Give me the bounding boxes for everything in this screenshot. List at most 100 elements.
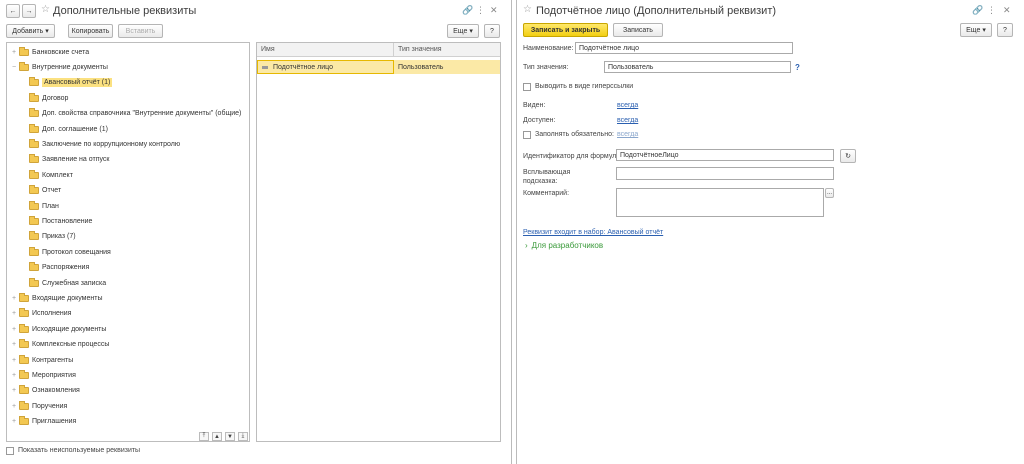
copy-button[interactable]: Копировать — [68, 24, 113, 38]
tree-item-label: Исполнения — [32, 310, 72, 318]
tree-item[interactable]: + Ознакомления — [9, 384, 80, 398]
expand-icon[interactable]: + — [9, 403, 19, 410]
close-icon[interactable]: ✕ — [1003, 5, 1011, 16]
attribute-set-link[interactable]: Реквизит входит в набор: Авансовый отчёт — [523, 229, 663, 236]
tree-item[interactable]: Доп. соглашение (1) — [29, 122, 108, 136]
tree-item-label: Комплект — [42, 171, 73, 179]
link-icon[interactable]: 🔗 — [972, 5, 983, 16]
tree-item[interactable]: Приказ (7) — [29, 230, 76, 244]
tree-item-label: Служебная записка — [42, 279, 107, 287]
required-link[interactable]: всегда — [617, 131, 638, 138]
column-name[interactable]: Имя — [257, 43, 394, 56]
forward-button[interactable]: → — [22, 4, 36, 18]
add-button[interactable]: Добавить ▾ — [6, 24, 55, 38]
cell-type: Пользователь — [398, 63, 444, 71]
more-icon[interactable]: ⋮ — [476, 5, 485, 16]
tree-item[interactable]: Авансовый отчёт (1) — [29, 76, 113, 90]
save-button[interactable]: Записать — [613, 23, 663, 37]
visible-link[interactable]: всегда — [617, 102, 638, 109]
hyperlink-checkbox[interactable] — [523, 83, 531, 91]
link-icon[interactable]: 🔗 — [462, 5, 473, 16]
tree-item[interactable]: Распоряжения — [29, 261, 89, 275]
scroll-top-button[interactable]: ⤒ — [199, 432, 209, 441]
folder-icon — [29, 262, 39, 272]
tree-item[interactable]: Отчет — [29, 184, 61, 198]
tree-item-label: Постановление — [42, 217, 93, 225]
type-field[interactable]: Пользователь — [604, 61, 791, 73]
help-button[interactable]: ? — [484, 24, 500, 38]
name-field[interactable]: Подотчётное лицо — [575, 42, 793, 54]
more-icon[interactable]: ⋮ — [987, 5, 996, 16]
tree-item[interactable]: + Мероприятия — [9, 368, 76, 382]
collapse-icon[interactable]: − — [9, 64, 19, 71]
folder-icon — [29, 231, 39, 241]
tree-item[interactable]: Заявление на отпуск — [29, 153, 109, 167]
tree-item[interactable]: Комплект — [29, 168, 73, 182]
form-title: Подотчётное лицо (Дополнительный реквизи… — [536, 5, 777, 17]
star-icon[interactable]: ☆ — [523, 4, 532, 15]
back-button[interactable]: ← — [6, 4, 20, 18]
scroll-up-button[interactable]: ▲ — [212, 432, 222, 441]
help-button[interactable]: ? — [997, 23, 1013, 37]
tree-item[interactable]: Постановление — [29, 214, 92, 228]
regenerate-id-button[interactable]: ↻ — [840, 149, 856, 163]
folder-icon — [19, 46, 29, 56]
cell-name: Подотчётное лицо — [257, 60, 394, 74]
required-checkbox[interactable] — [523, 131, 531, 139]
left-title-bar: ← → ☆ Дополнительные реквизиты 🔗 ⋮ ✕ — [0, 0, 511, 22]
paste-button[interactable]: Вставить — [118, 24, 163, 38]
tree-item[interactable]: + Комплексные процессы — [9, 338, 109, 352]
tree-item[interactable]: + Приглашения — [9, 415, 76, 429]
tree-item[interactable]: + Поручения — [9, 399, 67, 413]
show-unused-checkbox[interactable] — [6, 447, 14, 455]
close-icon[interactable]: ✕ — [490, 5, 498, 16]
expand-icon[interactable]: + — [9, 326, 19, 333]
hyperlink-label: Выводить в виде гиперссылки — [535, 83, 634, 90]
tree-item[interactable]: − Внутренние документы — [9, 60, 108, 74]
available-link[interactable]: всегда — [617, 117, 638, 124]
scroll-bottom-button[interactable]: ⤓ — [238, 432, 248, 441]
tree-item-label: Доп. свойства справочника "Внутренние до… — [42, 110, 242, 118]
tree-item-label: Авансовый отчёт (1) — [42, 78, 113, 88]
table-row[interactable]: Подотчётное лицо Пользователь — [257, 60, 500, 74]
tree-item[interactable]: + Банковские счета — [9, 45, 89, 59]
tree-item[interactable]: План — [29, 199, 59, 213]
folder-icon — [29, 123, 39, 133]
tree-item[interactable]: + Исходящие документы — [9, 322, 106, 336]
tree-item[interactable]: Протокол совещания — [29, 245, 111, 259]
tree-item-label: Входящие документы — [32, 294, 103, 302]
tree-item[interactable]: + Контрагенты — [9, 353, 73, 367]
tooltip-field[interactable] — [616, 167, 834, 180]
more-button[interactable]: Еще ▾ — [447, 24, 479, 38]
folder-icon — [19, 369, 29, 379]
expand-icon[interactable]: + — [9, 295, 19, 302]
tree-item-label: Комплексные процессы — [32, 341, 110, 349]
type-label: Тип значения: — [523, 64, 569, 71]
star-icon[interactable]: ☆ — [41, 4, 50, 15]
tree-item-label: Доп. соглашение (1) — [42, 125, 108, 133]
expand-icon[interactable]: + — [9, 372, 19, 379]
expand-icon[interactable]: + — [9, 357, 19, 364]
more-button[interactable]: Еще ▾ — [960, 23, 992, 37]
developer-section-toggle[interactable]: › Для разработчиков — [525, 241, 603, 250]
formula-id-field[interactable]: ПодотчётноеЛицо — [616, 149, 834, 161]
tree-item[interactable]: Служебная записка — [29, 276, 106, 290]
comment-field[interactable] — [616, 188, 824, 217]
expand-icon[interactable]: + — [9, 310, 19, 317]
scroll-down-button[interactable]: ▼ — [225, 432, 235, 441]
tree-item[interactable]: + Исполнения — [9, 307, 71, 321]
expand-icon[interactable]: + — [9, 49, 19, 56]
type-help-icon[interactable]: ? — [795, 63, 800, 72]
comment-expand-button[interactable]: ... — [825, 188, 834, 198]
tree-item[interactable]: + Входящие документы — [9, 291, 102, 305]
folder-icon — [19, 308, 29, 318]
expand-icon[interactable]: + — [9, 341, 19, 348]
expand-icon[interactable]: + — [9, 418, 19, 425]
tree-item[interactable]: Договор — [29, 91, 68, 105]
tree-item[interactable]: Доп. свойства справочника "Внутренние до… — [29, 107, 241, 121]
additional-attributes-pane: ← → ☆ Дополнительные реквизиты 🔗 ⋮ ✕ Доб… — [0, 0, 512, 464]
column-value-type[interactable]: Тип значения — [394, 43, 500, 56]
expand-icon[interactable]: + — [9, 387, 19, 394]
save-and-close-button[interactable]: Записать и закрыть — [523, 23, 608, 37]
tree-item[interactable]: Заключение по коррупционному контролю — [29, 137, 180, 151]
